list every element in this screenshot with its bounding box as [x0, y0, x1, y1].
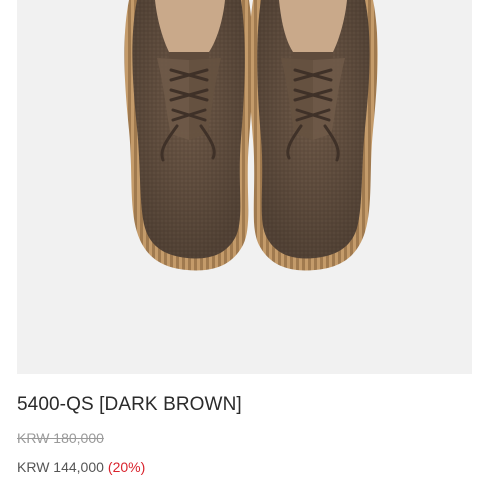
discount-badge: (20%) — [107, 459, 146, 475]
right-shoe — [249, 0, 378, 271]
product-title[interactable]: 5400-QS [DARK BROWN] — [17, 394, 242, 416]
left-shoe — [124, 0, 253, 271]
sale-price: KRW 144,000 — [17, 459, 104, 475]
original-price: KRW 180,000 — [17, 430, 104, 446]
shoe-illustration — [124, 0, 378, 271]
product-card[interactable]: 5400-QS [DARK BROWN] KRW 180,000 KRW 144… — [0, 0, 490, 490]
product-image[interactable] — [17, 0, 472, 374]
price-row: KRW 144,000 (20%) — [17, 459, 145, 475]
